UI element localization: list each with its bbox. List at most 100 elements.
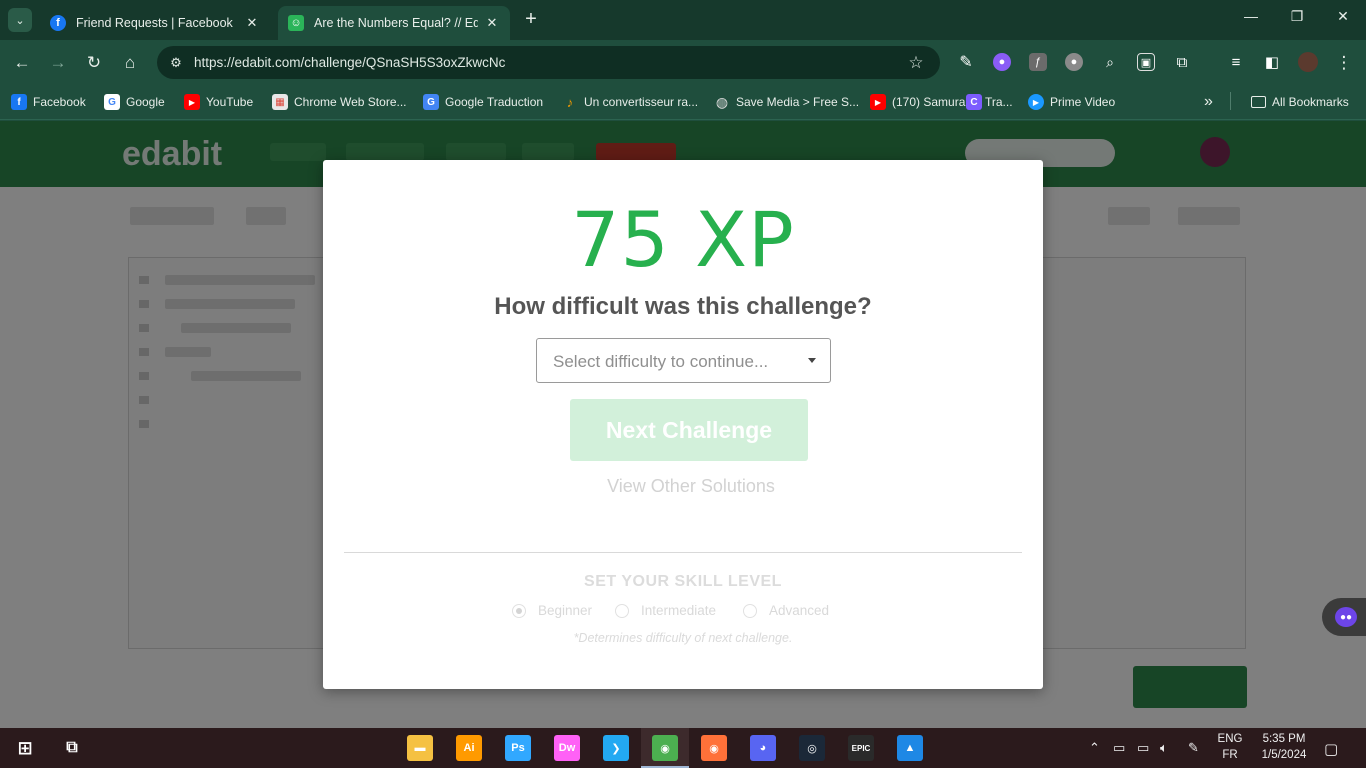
bluestacks-icon[interactable]: ▲ [897, 735, 923, 761]
difficulty-select-placeholder: Select difficulty to continue... [553, 352, 769, 371]
home-icon[interactable]: ⌂ [118, 51, 142, 75]
bookmark-tra[interactable]: C Tra... [966, 92, 1013, 112]
bookmark-label: Tra... [985, 95, 1013, 109]
photoshop-icon[interactable]: Ps [505, 735, 531, 761]
discord-icon[interactable]: ◕ [750, 735, 776, 761]
youtube-icon: ▶ [870, 94, 886, 110]
clock-time: 5:35 PM [1262, 733, 1306, 745]
url-text[interactable]: https://edabit.com/challenge/QSnaSH5S3ox… [194, 55, 906, 70]
minimize-button[interactable]: — [1228, 8, 1274, 24]
close-tab-icon[interactable]: ✕ [484, 15, 500, 31]
skill-level-note: *Determines difficulty of next challenge… [573, 631, 793, 645]
chatbot-icon[interactable]: ●● [1335, 607, 1357, 627]
back-arrow-icon[interactable]: ← [10, 51, 34, 75]
restore-button[interactable]: ❐ [1274, 8, 1320, 25]
bookmark-samurai[interactable]: ▶ (170) Samurai [870, 92, 968, 112]
windows-taskbar: ⊞ ⧉ ▬ Ai Ps Dw ❯ ◉ ◉ ◕ ◎ EPIC ▲ ⌃ ▭ ▭ 🔈︎ ✎ ENG FR … [0, 728, 1366, 768]
skill-option-label: Advanced [769, 603, 830, 618]
tab-title: Friend Requests | Facebook [76, 16, 233, 30]
skill-option-beginner[interactable]: Beginner [512, 603, 592, 618]
xp-earned: 75 XP [571, 195, 795, 284]
language-sub: FR [1222, 749, 1238, 761]
eyedropper-icon[interactable]: ✎ [957, 53, 975, 71]
chrome-icon[interactable]: ◉ [652, 735, 678, 761]
view-other-solutions-link[interactable]: View Other Solutions [323, 476, 1059, 497]
extensions-puzzle-icon[interactable]: ⧉ [1173, 53, 1191, 71]
close-window-button[interactable]: ✕ [1320, 8, 1366, 25]
globe-icon: ◍ [715, 93, 729, 110]
bookmark-save-media[interactable]: ◍ Save Media > Free S... [714, 92, 859, 112]
system-clock[interactable]: 5:35 PM 1/5/2024 [1254, 731, 1314, 763]
bookmark-prime-video[interactable]: ▶ Prime Video [1028, 92, 1115, 112]
network-icon[interactable]: ▭ [1113, 740, 1125, 756]
bookmark-facebook[interactable]: f Facebook [11, 92, 86, 112]
epic-games-icon[interactable]: EPIC [848, 735, 874, 761]
skill-level-title: SET YOUR SKILL LEVEL [584, 573, 782, 590]
illustrator-icon[interactable]: Ai [456, 735, 482, 761]
windows-start-icon[interactable]: ⊞ [12, 735, 38, 761]
bookmark-label: YouTube [206, 95, 254, 109]
radio-icon[interactable] [743, 603, 757, 618]
dreamweaver-icon[interactable]: Dw [554, 735, 580, 761]
bookmark-label: (170) Samurai [892, 95, 969, 109]
google-icon: G [104, 94, 120, 110]
bookmark-google[interactable]: G Google [104, 92, 165, 112]
side-panel-icon[interactable]: ◧ [1263, 53, 1281, 71]
difficulty-select[interactable]: Select difficulty to continue... [536, 338, 831, 383]
profile-avatar[interactable] [1298, 52, 1318, 72]
caret-down-icon [808, 358, 816, 363]
menu-kebab-icon[interactable]: ⋮ [1332, 51, 1356, 75]
radio-icon[interactable] [615, 603, 629, 618]
battery-icon[interactable]: ▭ [1137, 740, 1149, 756]
folder-icon [1251, 96, 1266, 108]
tab-search-button[interactable]: ⌄ [8, 8, 32, 32]
site-info-icon[interactable]: ⚙ [166, 55, 186, 71]
bookmark-chrome-web-store[interactable]: ▦ Chrome Web Store... [272, 92, 407, 112]
file-explorer-icon[interactable]: ▬ [407, 735, 433, 761]
tab-strip: ⌄ f Friend Requests | Facebook ✕ ☺ Are t… [0, 0, 1366, 40]
reload-icon[interactable]: ↻ [82, 51, 106, 75]
tab-edabit[interactable]: ☺ Are the Numbers Equal? // Edabit ✕ [278, 6, 510, 40]
forward-arrow-icon[interactable]: → [46, 51, 70, 75]
bookmarks-divider [1230, 92, 1231, 110]
pen-icon[interactable]: ✎ [1188, 740, 1199, 756]
divider [344, 552, 1022, 553]
skill-option-intermediate[interactable]: Intermediate [615, 603, 716, 618]
volume-icon[interactable]: 🔈︎ [1160, 740, 1168, 756]
bookmark-label: Facebook [33, 95, 86, 109]
bookmark-youtube[interactable]: ▶ YouTube [184, 92, 253, 112]
tab-title: Are the Numbers Equal? // Edabit [314, 16, 478, 30]
completion-modal: 75 XP How difficult was this challenge? … [323, 160, 1043, 689]
task-view-icon[interactable]: ⧉ [59, 735, 85, 761]
tab-facebook[interactable]: f Friend Requests | Facebook ✕ [40, 6, 270, 40]
vscode-icon[interactable]: ❯ [603, 735, 629, 761]
new-tab-button[interactable]: + [520, 9, 542, 31]
bookmark-star-icon[interactable]: ☆ [906, 53, 926, 73]
media-control-icon[interactable]: ≡ [1227, 53, 1245, 71]
language-indicator[interactable]: ENG FR [1214, 731, 1246, 763]
chevron-up-icon[interactable]: ⌃ [1089, 740, 1100, 756]
radio-selected-icon[interactable] [512, 603, 526, 618]
extension-search-icon[interactable]: ⌕ [1101, 53, 1119, 71]
close-tab-icon[interactable]: ✕ [244, 15, 260, 31]
bookmarks-overflow-button[interactable]: » [1204, 92, 1213, 112]
firefox-icon[interactable]: ◉ [701, 735, 727, 761]
translate-app-icon: C [966, 94, 982, 110]
next-challenge-button[interactable]: Next Challenge [570, 399, 808, 461]
facebook-favicon-icon: f [50, 15, 66, 31]
skill-option-advanced[interactable]: Advanced [743, 603, 829, 618]
clock-date: 1/5/2024 [1261, 749, 1307, 761]
bookmark-label: Prime Video [1050, 95, 1116, 109]
bookmark-convertisseur[interactable]: ♪ Un convertisseur ra... [562, 92, 698, 112]
extension-grid-icon[interactable]: ▣ [1137, 53, 1155, 71]
notification-icon[interactable]: ▢ [1324, 740, 1338, 758]
extension-color-icon[interactable]: ● [993, 53, 1011, 71]
extension-lock-icon[interactable]: ● [1065, 53, 1083, 71]
bookmark-label: Google [126, 95, 165, 109]
steam-icon[interactable]: ◎ [799, 735, 825, 761]
extension-font-icon[interactable]: ƒ [1029, 53, 1047, 71]
address-bar[interactable]: ⚙ https://edabit.com/challenge/QSnaSH5S3… [157, 46, 940, 79]
skill-option-label: Beginner [538, 603, 593, 618]
bookmark-google-traduction[interactable]: G Google Traduction [423, 92, 543, 112]
all-bookmarks-button[interactable]: All Bookmarks [1251, 92, 1349, 112]
